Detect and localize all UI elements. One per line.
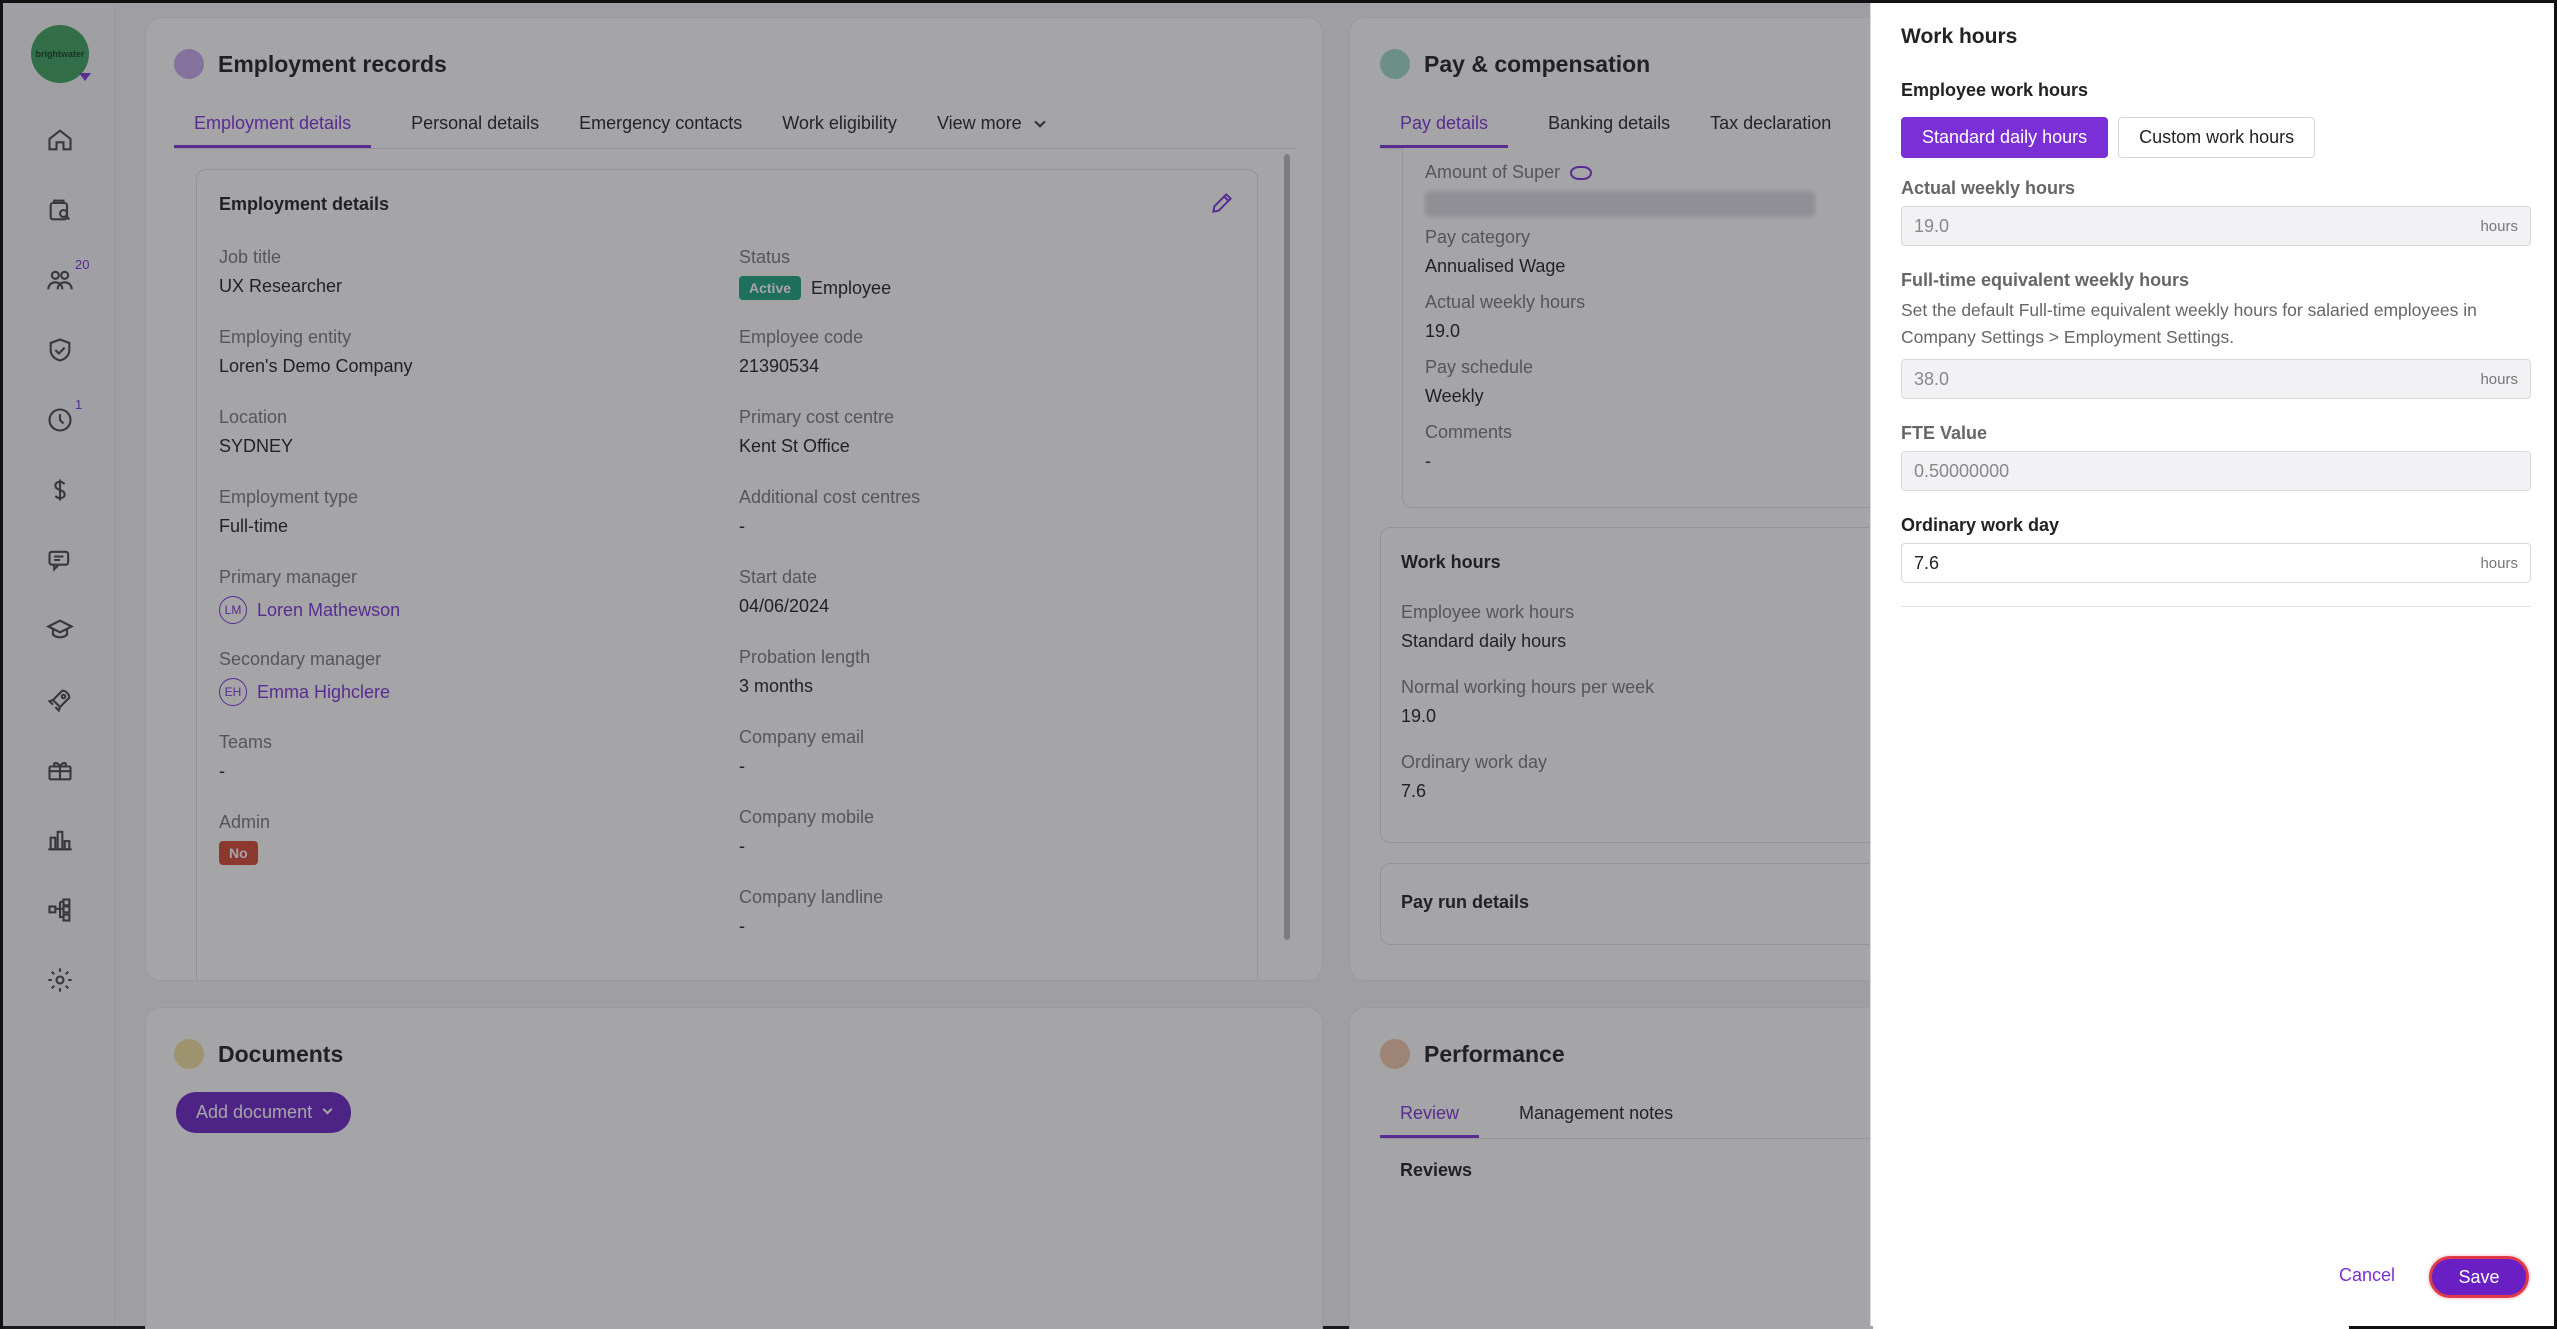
cancel-button[interactable]: Cancel <box>2339 1265 2395 1286</box>
custom-work-hours-option[interactable]: Custom work hours <box>2118 117 2316 158</box>
work-hours-drawer: Work hours Employee work hours Standard … <box>1870 3 2554 1326</box>
actual-weekly-hours-input: 19.0 hours <box>1901 206 2531 246</box>
fte-value-input: 0.50000000 <box>1901 451 2531 491</box>
employee-work-hours-label: Employee work hours <box>1901 80 2089 100</box>
fte-weekly-hours-label: Full-time equivalent weekly hours <box>1901 270 2190 290</box>
fte-help-text: Set the default Full-time equivalent wee… <box>1901 300 2477 347</box>
actual-weekly-hours-label: Actual weekly hours <box>1901 178 2076 198</box>
work-hours-toggle: Standard daily hours Custom work hours <box>1901 117 2316 158</box>
drawer-title: Work hours <box>1901 25 2018 48</box>
save-button[interactable]: Save <box>2429 1256 2529 1298</box>
standard-daily-hours-option[interactable]: Standard daily hours <box>1901 117 2109 158</box>
fte-value-label: FTE Value <box>1901 423 1988 443</box>
modal-overlay[interactable] <box>3 3 1873 1329</box>
divider <box>1901 606 2531 607</box>
fte-weekly-hours-input: 38.0 hours <box>1901 359 2531 399</box>
ordinary-work-day-label: Ordinary work day <box>1901 515 2060 535</box>
ordinary-work-day-input[interactable]: 7.6 hours <box>1901 543 2531 583</box>
